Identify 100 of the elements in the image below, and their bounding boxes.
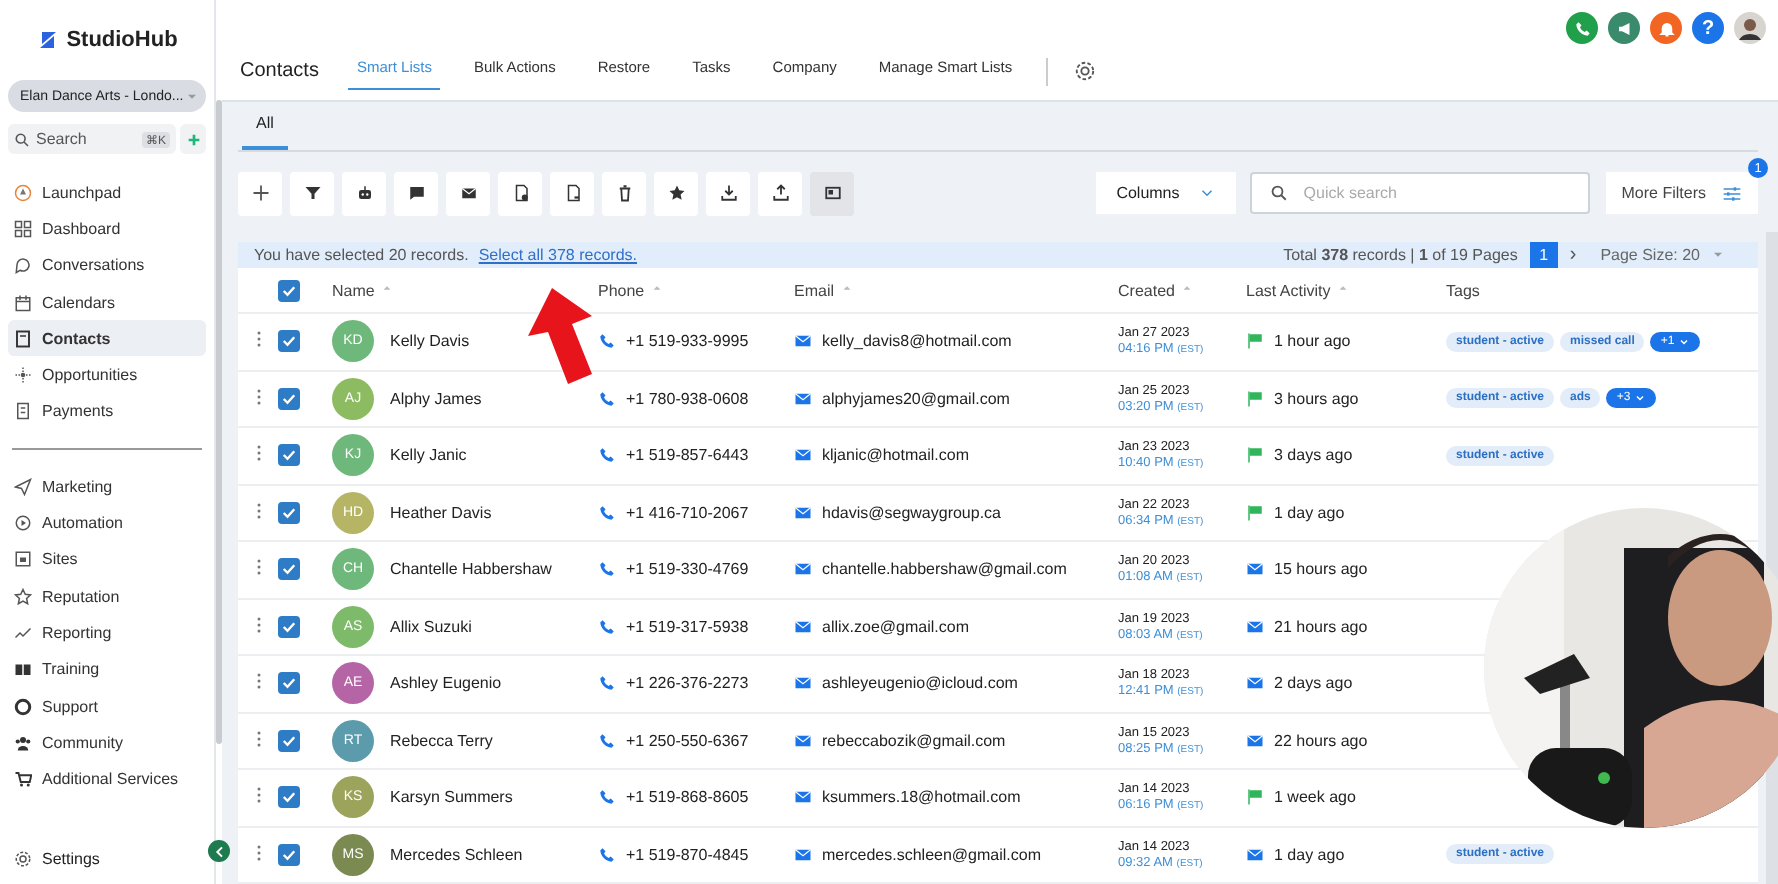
checkbox[interactable] [278,615,300,638]
toolbar-button[interactable] [290,171,334,216]
toolbar-button[interactable] [810,171,854,216]
toolbar-button[interactable] [342,171,386,216]
nav-item[interactable]: Support [8,687,206,725]
checkbox[interactable] [278,672,300,695]
toolbar-button[interactable] [238,171,282,216]
checkbox[interactable] [278,330,300,353]
next-page-button[interactable]: › [1569,243,1577,266]
megaphone-icon [1615,19,1633,37]
bell-icon [1657,19,1675,37]
page-icon [14,550,32,569]
toolbar-button[interactable] [446,171,490,216]
check-icon [280,446,298,465]
user-avatar[interactable] [1734,12,1766,44]
sliders-icon [1722,183,1742,204]
page-size-dropdown[interactable]: Page Size: 20 [1600,245,1726,264]
column-header[interactable]: Email [794,281,835,299]
settings-icon[interactable] [1074,60,1097,82]
toolbar-button[interactable] [498,171,542,216]
column-header[interactable]: Tags [1446,281,1480,299]
phone-icon [598,674,616,693]
checkbox[interactable] [278,558,300,581]
nav-item[interactable]: Sites [8,541,206,578]
nav-item[interactable]: Payments [8,393,206,431]
phone-icon [598,617,616,636]
contact-name[interactable]: Rebecca Terry [390,731,493,750]
checkbox[interactable] [278,387,300,410]
message-icon [407,184,425,203]
toolbar-button[interactable] [654,171,698,216]
toolbar-button[interactable] [602,171,646,216]
activity-time: 3 hours ago [1274,389,1359,408]
contact-name[interactable]: Chantelle Habbershaw [390,560,552,579]
nav-item[interactable]: Training [8,651,206,688]
list-tab[interactable]: All [242,113,288,150]
grid-icon [14,219,32,238]
checkbox[interactable] [278,279,300,301]
records-summary: Total 378 records | 1 of 19 Pages [1283,245,1518,264]
phone-number: +1 780-938-0608 [626,389,749,408]
select-all-link[interactable]: Select all 378 records. [478,245,637,264]
checkbox[interactable] [278,501,300,524]
columns-dropdown[interactable]: Columns [1096,172,1236,215]
phone-button[interactable] [1566,12,1598,44]
column-header[interactable]: Phone [598,281,645,299]
phone-icon [598,731,616,750]
app-logo: StudioHub [66,28,178,52]
nav-item[interactable]: Marketing [8,468,206,505]
nav-item[interactable]: Conversations [8,247,206,284]
toolbar-button[interactable] [394,171,438,216]
contact-name[interactable]: Alphy James [390,389,482,408]
contact-name[interactable]: Kelly Davis [390,332,470,351]
mail-icon [459,184,477,203]
contact-name[interactable]: Heather Davis [390,503,492,522]
contact-name[interactable]: Ashley Eugenio [390,674,502,693]
toolbar-button[interactable] [550,171,594,216]
bell-button[interactable] [1650,12,1682,44]
nav-item[interactable]: Contacts [8,320,206,357]
phone-icon [598,845,616,864]
nav-item[interactable]: Opportunities [8,356,206,394]
toolbar-button[interactable] [706,171,750,216]
email-address: alphyjames20@gmail.com [822,389,1010,408]
settings-link[interactable]: Settings [8,850,206,868]
column-header[interactable]: Last Activity [1246,281,1331,299]
checkbox[interactable] [278,444,300,467]
column-header[interactable]: Created [1118,281,1175,299]
phone-icon [598,389,616,408]
nav-item[interactable]: Additional Services [8,760,206,798]
megaphone-button[interactable] [1608,12,1640,44]
checkbox[interactable] [278,786,300,809]
page-button[interactable]: 1 [1529,241,1558,268]
email-address: kljanic@hotmail.com [822,446,969,465]
nav-item[interactable]: Launchpad [8,174,206,211]
contact-name[interactable]: Kelly Janic [390,446,467,465]
phone-number: +1 226-376-2273 [626,674,749,693]
nav-item[interactable]: Dashboard [8,210,206,248]
nav-item[interactable]: Community [8,724,206,761]
activity-time: 1 day ago [1274,845,1345,864]
phone-number: +1 519-868-8605 [626,788,749,807]
nav-item[interactable]: Reputation [8,577,206,615]
nav-item[interactable]: Reporting [8,614,206,652]
trend-icon [14,623,32,642]
nav-item[interactable]: Calendars [8,283,206,321]
add-button[interactable] [180,124,206,154]
column-header[interactable]: Name [332,281,375,299]
phone-number: +1 416-710-2067 [626,503,749,522]
toolbar-button[interactable] [758,171,802,216]
contact-name[interactable]: Mercedes Schleen [390,845,523,864]
checkbox[interactable] [278,729,300,752]
phone-icon [598,446,616,465]
activity-time: 1 day ago [1274,503,1345,522]
caret-icon [1634,392,1647,405]
people-icon [14,733,32,752]
nav-item[interactable]: Automation [8,504,206,542]
check-icon [280,281,298,299]
contact-name[interactable]: Karsyn Summers [390,788,513,807]
more-filters-button[interactable]: More Filters [1605,172,1758,215]
help-button[interactable]: ? [1692,12,1724,44]
contact-name[interactable]: Allix Suzuki [390,617,472,636]
mail-icon [794,389,812,408]
checkbox[interactable] [278,843,300,866]
